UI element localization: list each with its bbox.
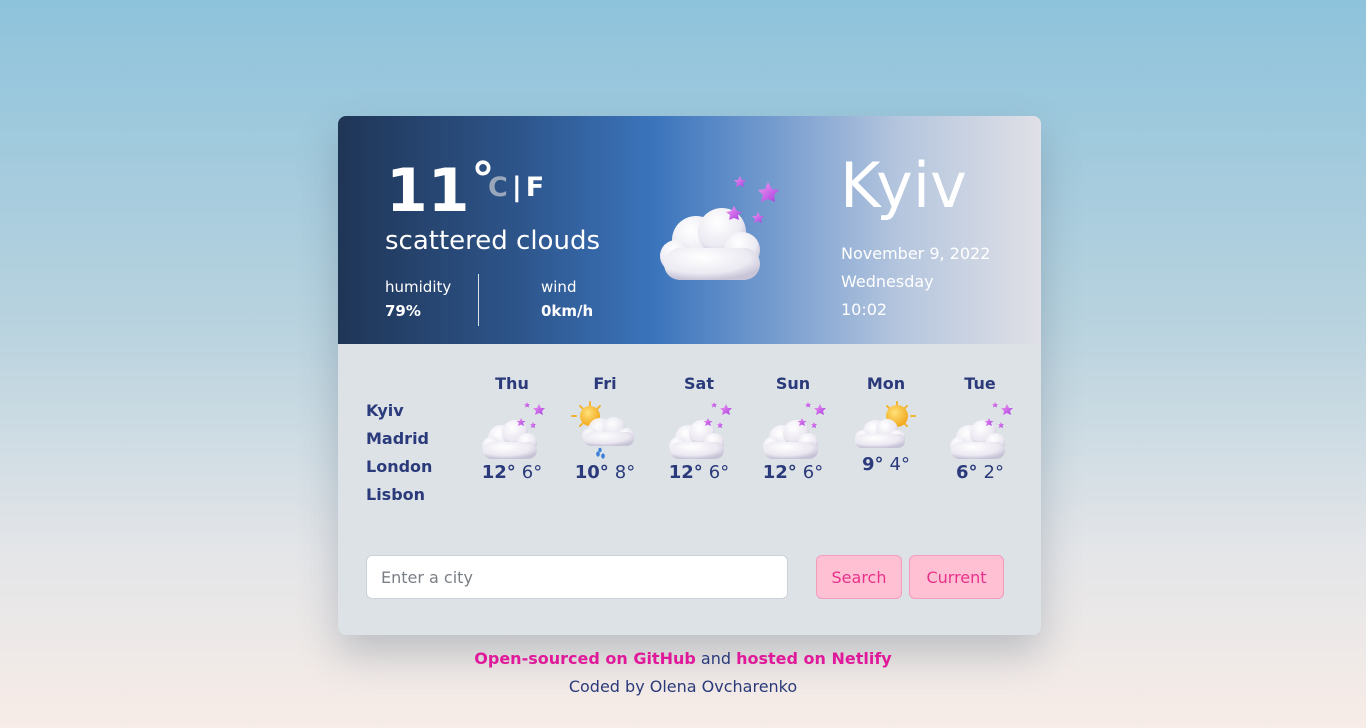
city-name: Kyiv <box>840 149 967 222</box>
forecast-min: 6° <box>802 462 824 483</box>
wind-stat: wind 0km/h <box>541 278 593 320</box>
forecast-day-name: Fri <box>593 374 617 393</box>
forecast-min: 8° <box>614 462 636 483</box>
forecast-max: 12° <box>481 462 516 483</box>
cloud-with-stars-icon <box>758 400 828 462</box>
city-search-input[interactable] <box>366 555 788 599</box>
forecast-min: 6° <box>708 462 730 483</box>
forecast-day-name: Tue <box>964 374 996 393</box>
stat-divider <box>478 274 479 326</box>
footer-links: Open-sourced on GitHub and hosted on Net… <box>0 649 1366 677</box>
forecast-max: 9° <box>862 454 884 475</box>
forecast-row: Thu 12° 6° Fri 10° 8° Sat 12° 6° Sun 12° 6° … <box>465 374 1025 504</box>
forecast-day: Tue 6° 2° <box>933 374 1027 483</box>
cloud-with-stars-icon <box>664 400 734 462</box>
forecast-day-name: Mon <box>866 374 906 393</box>
cloud-with-stars-icon <box>477 400 547 462</box>
forecast-max: 12° <box>668 462 703 483</box>
current-date: November 9, 2022 <box>841 244 991 263</box>
forecast-max: 10° <box>574 462 609 483</box>
forecast-max: 12° <box>762 462 797 483</box>
sun-behind-cloud-icon <box>851 400 921 454</box>
temperature-value: 11 <box>386 156 470 226</box>
city-link-lisbon[interactable]: Lisbon <box>366 484 432 512</box>
city-link-kyiv[interactable]: Kyiv <box>366 400 432 428</box>
forecast-day: Sun 12° 6° <box>746 374 840 483</box>
unit-toggle: C | F <box>488 172 544 203</box>
wind-value: 0km/h <box>541 302 594 320</box>
forecast-day: Fri 10° 8° <box>558 374 652 483</box>
page-footer: Open-sourced on GitHub and hosted on Net… <box>0 649 1366 696</box>
city-link-london[interactable]: London <box>366 456 432 484</box>
forecast-day-name: Thu <box>495 374 529 393</box>
forecast-day: Sat 12° 6° <box>652 374 746 483</box>
forecast-day: Thu 12° 6° <box>465 374 559 483</box>
current-weekday: Wednesday <box>841 272 934 291</box>
forecast-min: 4° <box>889 454 910 475</box>
cloud-with-stars-icon <box>945 400 1015 462</box>
current-temperature: 11° <box>386 144 495 226</box>
cloud-with-stars-icon <box>660 176 779 280</box>
humidity-label: humidity <box>385 278 452 296</box>
unit-separator: | <box>511 172 522 203</box>
humidity-value: 79% <box>385 302 421 320</box>
search-button[interactable]: Search <box>816 555 902 599</box>
sun-cloud-rain-icon <box>570 400 640 462</box>
current-weather-panel: 11° C | F scattered clouds humidity 79% wi… <box>338 116 1041 344</box>
quick-city-list: Kyiv Madrid London Lisbon <box>366 400 432 512</box>
city-link-madrid[interactable]: Madrid <box>366 428 432 456</box>
current-location-button[interactable]: Current <box>909 555 1004 599</box>
forecast-day-name: Sat <box>684 374 714 393</box>
forecast-min: 2° <box>983 462 1004 483</box>
forecast-day: Mon 9° 4° <box>839 374 933 475</box>
forecast-max: 6° <box>956 462 978 483</box>
netlify-link[interactable]: hosted on Netlify <box>736 649 892 668</box>
forecast-min: 6° <box>521 462 543 483</box>
footer-credit: Coded by Olena Ovcharenko <box>568 677 798 696</box>
wind-label: wind <box>541 278 577 296</box>
weather-description: scattered clouds <box>385 226 600 256</box>
celsius-link[interactable]: C <box>488 172 508 203</box>
weather-card: 11° C | F scattered clouds humidity 79% wi… <box>338 116 1041 635</box>
fahrenheit-link[interactable]: F <box>526 172 544 203</box>
humidity-stat: humidity 79% <box>385 278 451 320</box>
current-time: 10:02 <box>841 300 888 319</box>
github-link[interactable]: Open-sourced on GitHub <box>474 649 696 668</box>
forecast-day-name: Sun <box>775 374 811 393</box>
footer-and: and <box>695 649 737 668</box>
